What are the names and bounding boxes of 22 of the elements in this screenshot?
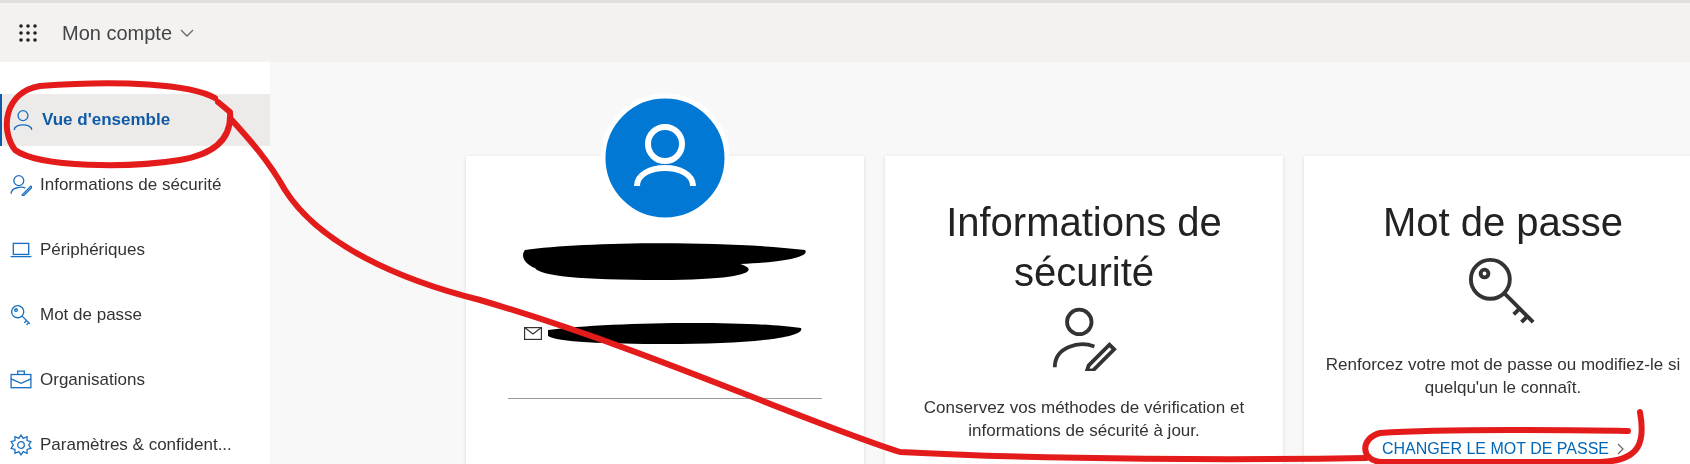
apps-menu-icon[interactable] — [18, 22, 38, 43]
person-icon — [12, 109, 34, 131]
card-description: Renforcez votre mot de passe ou modifiez-le si quelqu'un le connaît. — [1324, 354, 1682, 399]
account-menu-button[interactable]: Mon compte — [62, 17, 195, 48]
person-edit-icon — [10, 174, 32, 196]
chevron-down-icon — [180, 28, 195, 37]
settings-icon — [10, 434, 32, 456]
person-edit-icon — [1051, 305, 1117, 371]
sidebar-item[interactable]: Périphériques — [0, 224, 151, 276]
chevron-right-icon — [1617, 443, 1624, 455]
sidebar-item[interactable]: Paramètres & confident... — [0, 419, 238, 464]
card-description: Conservez vos méthodes de vérification et informations de sécurité à jour. — [922, 397, 1246, 442]
sidebar-item[interactable]: Vue d'ensemble — [0, 94, 270, 146]
briefcase-icon — [10, 369, 32, 391]
card-title: Mot de passe — [1381, 199, 1625, 246]
key-icon — [10, 304, 32, 326]
card-title: Informations de sécurité — [945, 199, 1223, 296]
mail-icon — [524, 326, 542, 340]
sidebar-item[interactable]: Mot de passe — [0, 289, 149, 341]
change-password-link[interactable]: CHANGER LE MOT DE PASSE — [1382, 437, 1624, 461]
sidebar-item[interactable]: Informations de sécurité — [0, 159, 228, 211]
sidebar-item[interactable]: Organisations — [0, 354, 151, 406]
